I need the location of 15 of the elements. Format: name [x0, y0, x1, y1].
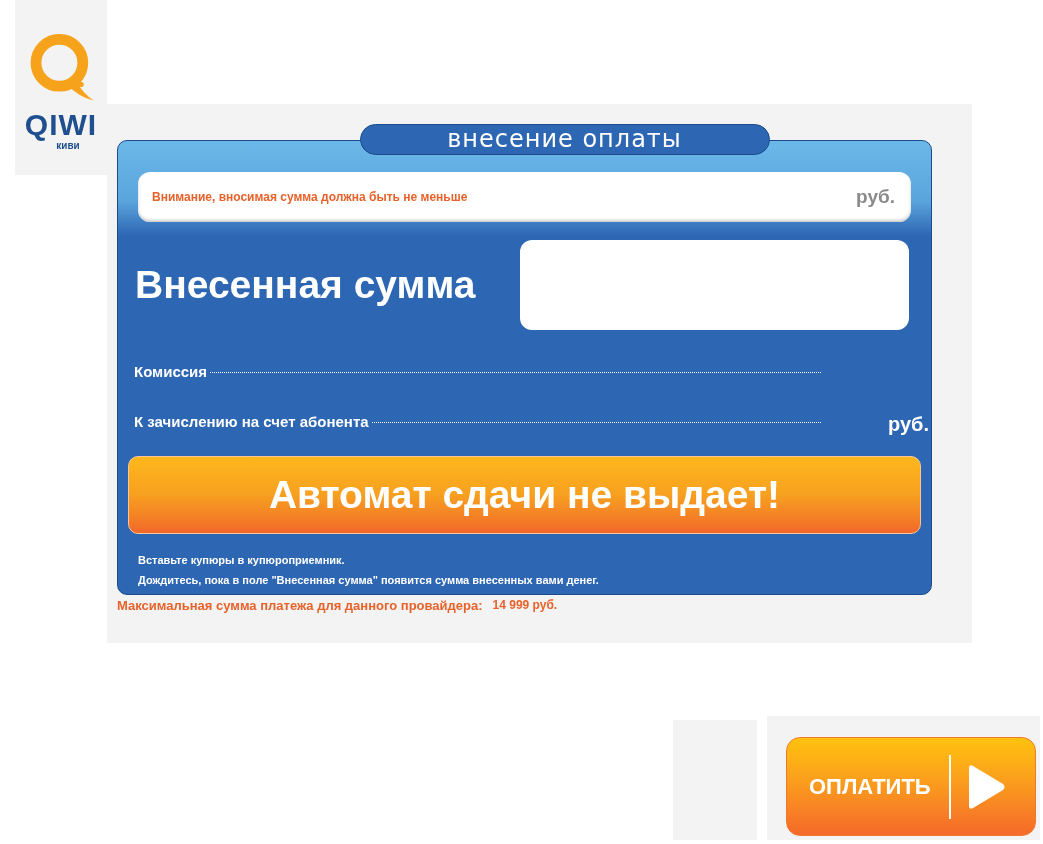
notice-text: Внимание, вносимая сумма должна быть не меньше [152, 190, 468, 204]
amount-label: Внесенная сумма [135, 263, 476, 307]
logo-wordmark: QIWI [24, 110, 98, 140]
row-label: Комиссия [134, 363, 208, 380]
limit-value: 14 999 руб. [492, 598, 558, 613]
pay-button[interactable]: ОПЛАТИТЬ [786, 737, 1036, 836]
row-label: К зачислению на счет абонента [134, 413, 369, 430]
logo-subtitle: киви [56, 140, 80, 152]
limit-label: Максимальная сумма платежа для данного провайдера: [117, 598, 483, 613]
instruction-text: Вставьте купюры в купюроприемник. [138, 553, 346, 568]
section-title: внесение оплаты [359, 124, 770, 155]
currency-label: руб. [856, 186, 895, 208]
instruction-text: Дождитесь, пока в поле "Внесенная сумма" появится сумма внесенных вами денег. [138, 573, 600, 588]
currency-label: руб. [888, 413, 929, 436]
change-warning-banner: Автомат сдачи не выдает! [128, 456, 921, 534]
